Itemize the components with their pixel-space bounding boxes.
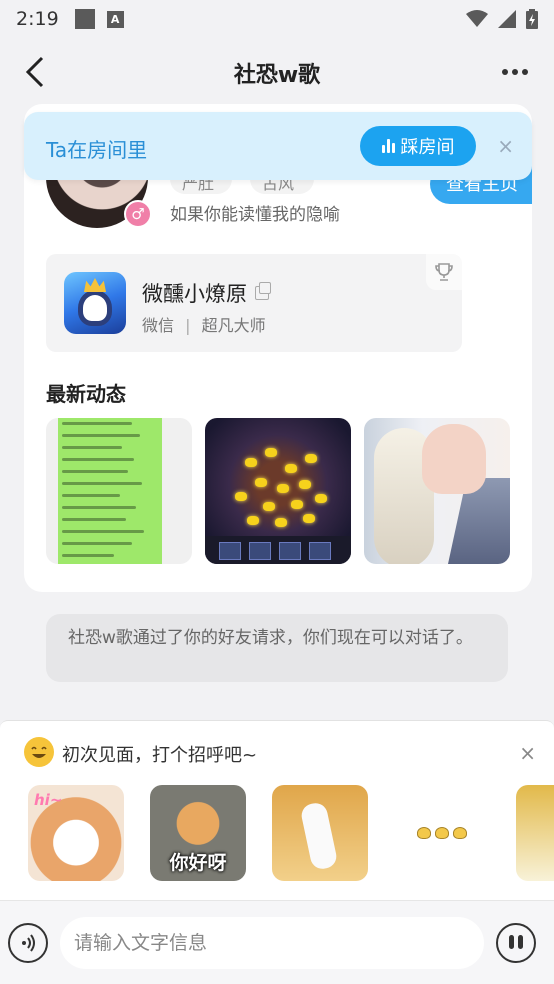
join-room-label: 踩房间 [400,137,455,158]
sticker-list: hi~ 你好呀 [28,785,554,881]
close-icon[interactable]: × [497,134,514,158]
sticker-partial[interactable] [516,785,554,881]
system-message: 社恐w歌通过了你的好友请求，你们现在可以对话了。 [46,614,508,682]
game-name: 微醺小燎原 [142,278,271,308]
room-banner: Ta在房间里 踩房间 × [24,112,532,180]
trophy-icon[interactable] [426,254,462,290]
sim-a-icon: A [106,10,124,28]
moment-image-game[interactable] [205,418,351,564]
greeting-text: 初次见面，打个招呼吧~ [62,745,258,766]
profile-motto: 如果你能读懂我的隐喻 [170,205,340,225]
status-time: 2:19 [16,8,59,30]
page-title: 社恐w歌 [233,63,321,88]
game-rank: 超凡大师 [201,316,266,335]
message-input[interactable] [60,917,484,969]
more-dots-icon [512,69,518,75]
close-icon[interactable]: × [519,741,536,765]
chevron-left-icon [25,56,44,88]
nav-bar: 社恐w歌 [0,38,554,108]
game-platform: 微信 [142,316,175,335]
voice-wave-icon [22,934,35,952]
sticker-label: 你好呀 [169,852,227,874]
wifi-icon [466,10,488,27]
game-info: 微信 | 超凡大师 [142,312,266,336]
sticker-alpaca[interactable] [272,785,368,881]
audio-bars-icon [381,139,395,153]
emoji-button[interactable] [496,923,536,963]
notification-square-icon [74,9,95,29]
battery-icon [526,9,538,29]
smile-emoji-icon [24,737,54,767]
moments-gallery [46,418,510,564]
back-button[interactable] [18,54,54,90]
input-bar [0,900,554,984]
more-dots-icon [502,69,508,75]
join-room-button[interactable]: 踩房间 [360,126,476,166]
status-icons [466,9,538,29]
game-app-icon [64,272,126,334]
status-bar: 2:19 A [0,0,554,38]
moment-image-chat[interactable] [46,418,192,564]
moment-image-photo[interactable] [364,418,510,564]
gender-male-icon: ♂ [124,200,152,228]
voice-button[interactable] [8,923,48,963]
sticker-chicks[interactable] [394,785,490,881]
separator: | [185,316,191,335]
copy-icon[interactable] [255,282,271,300]
greeting-panel: 初次见面，打个招呼吧~ × hi~ 你好呀 [0,720,554,900]
signal-icon [498,10,516,28]
more-dots-icon [522,69,528,75]
room-status-text: Ta在房间里 [46,138,148,162]
game-name-text: 微醺小燎原 [142,282,247,306]
moments-title: 最新动态 [46,382,126,406]
more-button[interactable] [502,60,532,84]
sticker-dog-hello[interactable]: 你好呀 [150,785,246,881]
game-card[interactable]: 微醺小燎原 微信 | 超凡大师 [46,254,462,352]
sticker-label: hi~ [34,791,63,809]
sticker-dog-hi[interactable]: hi~ [28,785,124,881]
